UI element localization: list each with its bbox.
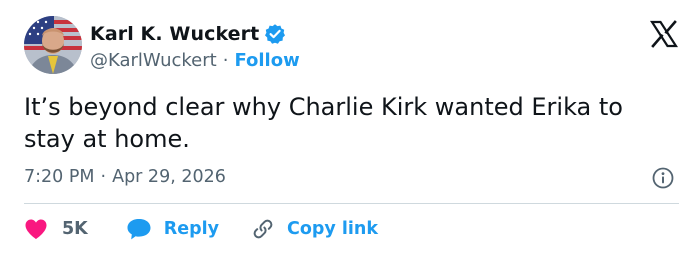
like-count: 5K [62,219,88,239]
copy-link-button[interactable]: Copy link [251,217,378,241]
user-handle[interactable]: @KarlWuckert [90,50,217,71]
tweet-time[interactable]: 7:20 PM [24,167,95,187]
action-bar: 5K Reply Copy link [24,215,378,243]
display-name[interactable]: Karl K. Wuckert [90,23,259,45]
name-row: Karl K. Wuckert [90,20,286,48]
tweet-text: It’s beyond clear why Charlie Kirk wante… [24,93,623,153]
tweet-date[interactable]: Apr 29, 2026 [112,167,226,187]
tweet-card: Karl K. Wuckert @KarlWuckert · Follow It… [0,0,700,256]
copy-link-label: Copy link [287,219,379,239]
timestamp-separator: · [100,167,107,187]
avatar[interactable] [24,16,82,74]
handle-separator: · [222,49,229,71]
follow-button[interactable]: Follow [234,50,299,71]
heart-icon [25,219,47,239]
link-icon [253,219,273,239]
x-logo-icon[interactable] [650,20,678,48]
handle-row: @KarlWuckert · Follow [90,47,300,73]
verified-badge-icon [265,24,286,44]
info-icon[interactable] [652,167,674,189]
tweet-timestamp[interactable]: 7:20 PM · Apr 29, 2026 [24,164,226,190]
speech-bubble-icon [127,219,151,240]
avatar-image [24,16,82,74]
reply-button[interactable]: Reply [126,217,219,241]
like-button[interactable]: 5K [24,218,88,240]
divider [24,203,679,204]
reply-label: Reply [163,219,220,239]
